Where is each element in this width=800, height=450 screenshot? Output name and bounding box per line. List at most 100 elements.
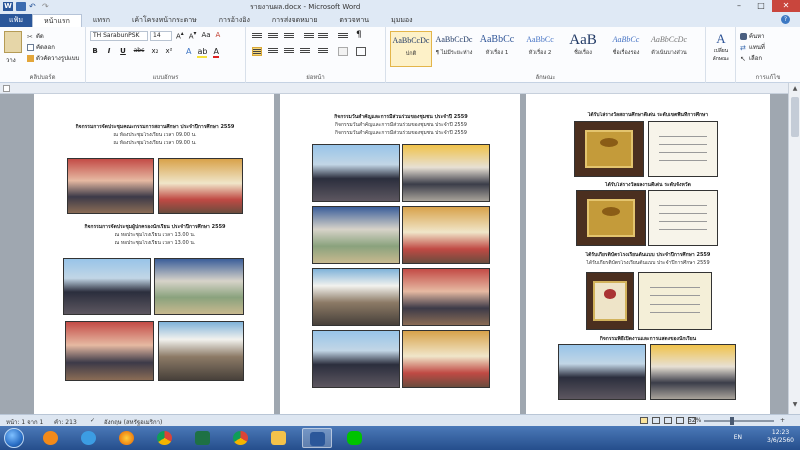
close-button[interactable]: ✕ [772, 0, 800, 12]
tab-page-layout[interactable]: เค้าโครงหน้ากระดาษ [121, 14, 208, 27]
maximize-button[interactable]: □ [750, 0, 772, 12]
full-screen-icon[interactable] [652, 417, 660, 424]
sort-icon[interactable] [338, 32, 348, 41]
clock[interactable]: 12:23 3/6/2560 [767, 429, 794, 445]
certificate[interactable] [648, 121, 718, 177]
photo[interactable] [402, 330, 490, 388]
horizontal-ruler[interactable] [0, 83, 800, 94]
italic-button[interactable]: I [104, 47, 114, 55]
line-spacing-icon[interactable] [318, 47, 328, 56]
undo-icon[interactable]: ↶ [29, 2, 39, 11]
photo[interactable] [63, 258, 151, 315]
find-button[interactable]: ค้นหา [740, 31, 764, 41]
certificate[interactable] [648, 190, 718, 246]
clear-format-icon[interactable]: A [216, 31, 221, 40]
word-taskbar-button[interactable] [302, 428, 332, 448]
chrome-alt-button[interactable] [226, 428, 256, 448]
excel-button[interactable] [188, 428, 218, 448]
text-effects-icon[interactable]: A [186, 47, 191, 58]
strikethrough-button[interactable]: abc [132, 47, 146, 55]
tab-review[interactable]: ตรวจทาน [328, 14, 380, 27]
borders-icon[interactable] [356, 47, 366, 56]
photo[interactable] [67, 158, 154, 214]
photo[interactable] [65, 321, 154, 381]
tab-insert[interactable]: แทรก [82, 14, 121, 27]
increase-indent-icon[interactable] [318, 32, 328, 41]
photo[interactable] [154, 258, 244, 315]
tab-view[interactable]: มุมมอง [380, 14, 423, 27]
subscript-button[interactable]: x₂ [150, 47, 160, 55]
pilcrow-icon[interactable]: ¶ [356, 30, 362, 40]
tab-selector[interactable] [3, 85, 10, 92]
tab-references[interactable]: การอ้างอิง [208, 14, 261, 27]
scroll-down-icon[interactable]: ▼ [791, 401, 799, 409]
explorer-button[interactable] [264, 428, 294, 448]
web-layout-icon[interactable] [664, 417, 672, 424]
shading-icon[interactable] [338, 47, 348, 56]
page-1[interactable]: กิจกรรมการจัดประชุมคณะกรรมการสถานศึกษา ป… [34, 94, 274, 414]
scroll-up-icon[interactable]: ▲ [791, 85, 799, 93]
bold-button[interactable]: B [90, 47, 100, 55]
highlight-icon[interactable]: ab [197, 47, 208, 58]
scroll-thumb[interactable] [791, 97, 799, 137]
tab-file[interactable]: แฟ้ม [0, 14, 32, 27]
style-normal[interactable]: AaBbCcDc ปกติ [390, 31, 432, 67]
internet-explorer-button[interactable] [74, 428, 104, 448]
align-center-icon[interactable] [268, 47, 278, 56]
numbering-icon[interactable] [268, 32, 278, 41]
decrease-indent-icon[interactable] [304, 32, 314, 41]
line-button[interactable] [340, 428, 370, 448]
style-subtle-emphasis[interactable]: AaBbCcDc ตัวเน้นบางส่วน [648, 31, 690, 67]
media-player-button[interactable] [36, 428, 66, 448]
photo[interactable] [312, 330, 400, 388]
tab-mailings[interactable]: การส่งจดหมาย [261, 14, 329, 27]
zoom-level[interactable]: 52% [688, 417, 701, 424]
start-button[interactable] [4, 428, 24, 448]
select-button[interactable]: ↖ เลือก [740, 53, 762, 63]
zoom-in-icon[interactable]: + [780, 417, 785, 424]
page-2[interactable]: กิจกรรมวันสำคัญและการมีส่วนร่วมของชุมชน … [280, 94, 520, 414]
photo[interactable] [402, 268, 490, 326]
photo[interactable] [158, 158, 243, 214]
document-area[interactable]: กิจกรรมการจัดประชุมคณะกรรมการสถานศึกษา ป… [0, 94, 788, 414]
photo[interactable] [650, 344, 736, 400]
award-plaque[interactable] [574, 121, 644, 177]
font-name-box[interactable]: TH SarabunPSK [90, 31, 148, 41]
superscript-button[interactable]: x² [164, 47, 174, 55]
replace-button[interactable]: ⇄ แทนที่ [740, 42, 765, 52]
zoom-slider-thumb[interactable] [730, 417, 734, 425]
photo[interactable] [558, 344, 646, 400]
bullets-icon[interactable] [252, 32, 262, 41]
save-icon[interactable] [16, 2, 26, 11]
photo[interactable] [312, 206, 400, 264]
style-subtitle[interactable]: AaBbCc ชื่อเรื่องรอง [605, 31, 647, 67]
award-frame[interactable] [586, 272, 634, 330]
help-icon[interactable]: ? [781, 15, 790, 24]
award-plaque[interactable] [576, 190, 646, 246]
font-color-icon[interactable]: A [213, 47, 219, 58]
print-layout-icon[interactable] [640, 417, 648, 424]
zoom-slider[interactable] [704, 420, 774, 422]
photo[interactable] [158, 321, 244, 381]
justify-icon[interactable] [300, 47, 310, 56]
shrink-font-icon[interactable]: A▾ [189, 31, 197, 40]
paste-label[interactable]: วาง [6, 55, 16, 65]
style-no-spacing[interactable]: AaBbCcDc ¶ ไม่มีระยะห่าง [433, 31, 475, 67]
copy-button[interactable]: คัดลอก [27, 42, 55, 52]
photo[interactable] [312, 268, 400, 326]
underline-button[interactable]: U [118, 47, 128, 55]
word-app-icon[interactable]: W [3, 2, 13, 11]
grow-font-icon[interactable]: A▴ [176, 31, 184, 40]
tab-home[interactable]: หน้าแรก [32, 14, 82, 27]
cut-button[interactable]: ✂ ตัด [27, 31, 44, 41]
style-title[interactable]: AaB ชื่อเรื่อง [562, 31, 604, 67]
photo[interactable] [402, 144, 490, 202]
change-case-icon[interactable]: Aa [201, 31, 210, 40]
proofing-icon[interactable]: ✓ [90, 417, 95, 424]
photo[interactable] [312, 144, 400, 202]
input-language[interactable]: EN [734, 434, 742, 441]
minimize-button[interactable]: – [728, 0, 750, 12]
firefox-button[interactable] [112, 428, 142, 448]
format-painter-button[interactable]: ตัวคัดวางรูปแบบ [27, 53, 79, 63]
page-3[interactable]: ได้รับโล่รางวัลสถานศึกษาดีเด่น ระดับเขตพ… [526, 94, 770, 414]
